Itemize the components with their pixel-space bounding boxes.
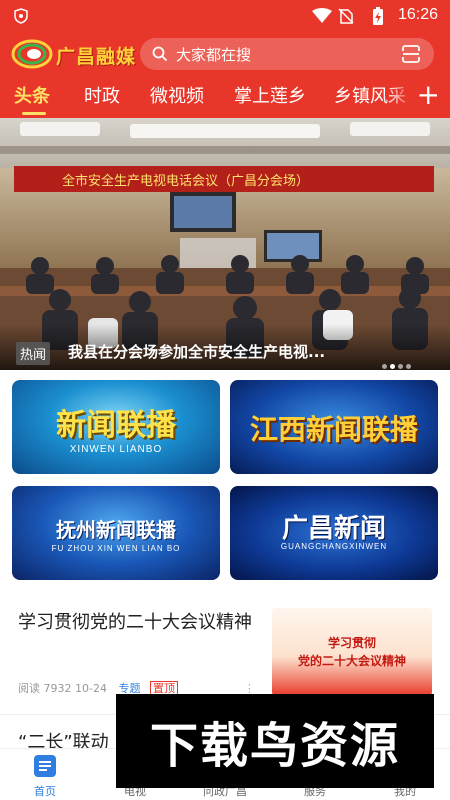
tab-indicator — [22, 112, 46, 115]
wifi-icon — [312, 8, 332, 23]
carousel-dot — [382, 364, 387, 369]
nav-home[interactable]: 首页 — [0, 749, 90, 800]
search-bar[interactable]: 大家都在搜 — [140, 38, 434, 70]
channel-tabs: 头条 时政 微视频 掌上莲乡 乡镇风采 + — [0, 76, 450, 118]
news-item[interactable]: 学习贯彻党的二十大会议精神 阅读 7932 10-24 专题 置顶 ⋮ 学习贯彻… — [0, 596, 450, 706]
read-count: 阅读 7932 — [18, 682, 72, 695]
logo-text: 广昌融媒 — [56, 46, 137, 68]
tab-micro-video[interactable]: 微视频 — [150, 82, 204, 108]
carousel-dot — [398, 364, 403, 369]
watermark-overlay: 下载鸟资源 — [116, 694, 434, 788]
carousel-dots — [382, 354, 414, 370]
tab-politics[interactable]: 时政 — [84, 82, 120, 108]
status-bar: 16:26 — [0, 0, 450, 32]
tab-headlines[interactable]: 头条 — [14, 82, 50, 108]
hero-caption[interactable]: 我县在分会场参加全市安全生产电视... — [68, 341, 325, 362]
card-jiangxi-news[interactable]: 江西新闻联播 — [230, 380, 438, 474]
card-guangchang-news[interactable]: 广昌新闻 GUANGCHANGXINWEN — [230, 486, 438, 580]
tab-lotus-town[interactable]: 掌上莲乡 — [234, 82, 306, 108]
card-title: 抚州新闻联播 — [56, 518, 176, 542]
app-header: 广昌融媒 大家都在搜 — [0, 32, 450, 76]
search-icon — [152, 46, 168, 62]
carousel-dot — [406, 364, 411, 369]
card-fuzhou-news[interactable]: 抚州新闻联播 FU ZHOU XIN WEN LIAN BO — [12, 486, 220, 580]
news-title: 学习贯彻党的二十大会议精神 — [18, 612, 252, 633]
nav-label: 首页 — [34, 785, 56, 798]
card-subtitle: GUANGCHANGXINWEN — [280, 542, 388, 551]
news-date: 10-24 — [75, 682, 107, 695]
clock: 16:26 — [397, 6, 438, 23]
search-placeholder: 大家都在搜 — [176, 46, 252, 64]
thumb-line-2: 党的二十大会议精神 — [297, 654, 406, 668]
scan-icon[interactable] — [402, 45, 420, 63]
card-subtitle: FU ZHOU XIN WEN LIAN BO — [51, 544, 181, 553]
card-title: 新闻联播 — [56, 408, 176, 443]
home-icon — [34, 755, 56, 777]
thumb-line-1: 学习贯彻 — [327, 636, 376, 650]
watermark-text: 下载鸟资源 — [149, 718, 400, 774]
hero-carousel[interactable]: 全市安全生产电视电话会议（广昌分会场） 热闻 我县在分会场参加全市安全生产电视.… — [0, 118, 450, 370]
carousel-dot — [390, 364, 395, 369]
shield-icon — [14, 8, 28, 24]
hero-banner-text: 全市安全生产电视电话会议（广昌分会场） — [62, 174, 310, 189]
card-title: 江西新闻联播 — [249, 413, 418, 446]
news-thumbnail: 学习贯彻 党的二十大会议精神 — [272, 608, 432, 696]
hot-news-tag: 热闻 — [16, 342, 51, 365]
app-screen: 16:26 广昌融媒 大家都在搜 头条 时政 微视频 掌上莲乡 乡镇风采 + 全… — [0, 0, 450, 800]
no-sim-icon — [338, 8, 354, 24]
app-logo[interactable]: 广昌融媒 — [10, 36, 140, 72]
card-xinwen-lianbo[interactable]: 新闻联播 XINWEN LIANBO — [12, 380, 220, 474]
add-channel-icon[interactable]: + — [417, 80, 440, 110]
logo-mark-icon — [11, 39, 53, 69]
card-subtitle: XINWEN LIANBO — [69, 444, 163, 455]
tab-fade — [386, 76, 416, 118]
battery-charging-icon — [373, 7, 383, 25]
card-title: 广昌新闻 — [281, 514, 386, 544]
